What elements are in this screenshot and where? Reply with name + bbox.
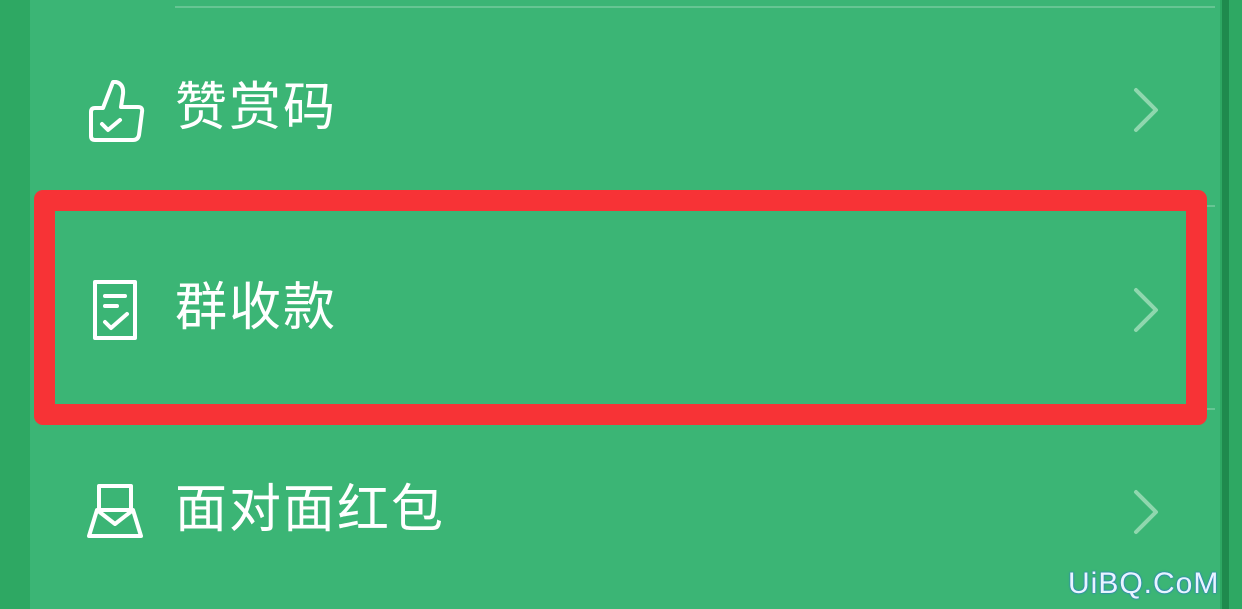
thumbs-up-check-icon: [85, 78, 145, 142]
chevron-right-icon: [1128, 85, 1164, 135]
chevron-right-icon: [1128, 487, 1164, 537]
divider: [175, 408, 1215, 410]
menu-item-reward-code[interactable]: 赞赏码: [30, 40, 1220, 180]
scrollbar-edge: [1220, 0, 1242, 609]
divider: [175, 205, 1215, 207]
red-packet-icon: [85, 480, 145, 544]
menu-item-label: 群收款: [175, 278, 338, 338]
menu-item-group-collection[interactable]: 群收款: [30, 240, 1220, 380]
chevron-right-icon: [1128, 285, 1164, 335]
menu-item-label: 面对面红包: [175, 480, 446, 540]
receipt-check-icon: [85, 278, 145, 342]
watermark: UiBQ.CoM: [1068, 567, 1220, 600]
menu-item-face-to-face-red-packet[interactable]: 面对面红包: [30, 442, 1220, 582]
divider-top: [175, 6, 1215, 8]
menu-item-label: 赞赏码: [175, 78, 338, 138]
